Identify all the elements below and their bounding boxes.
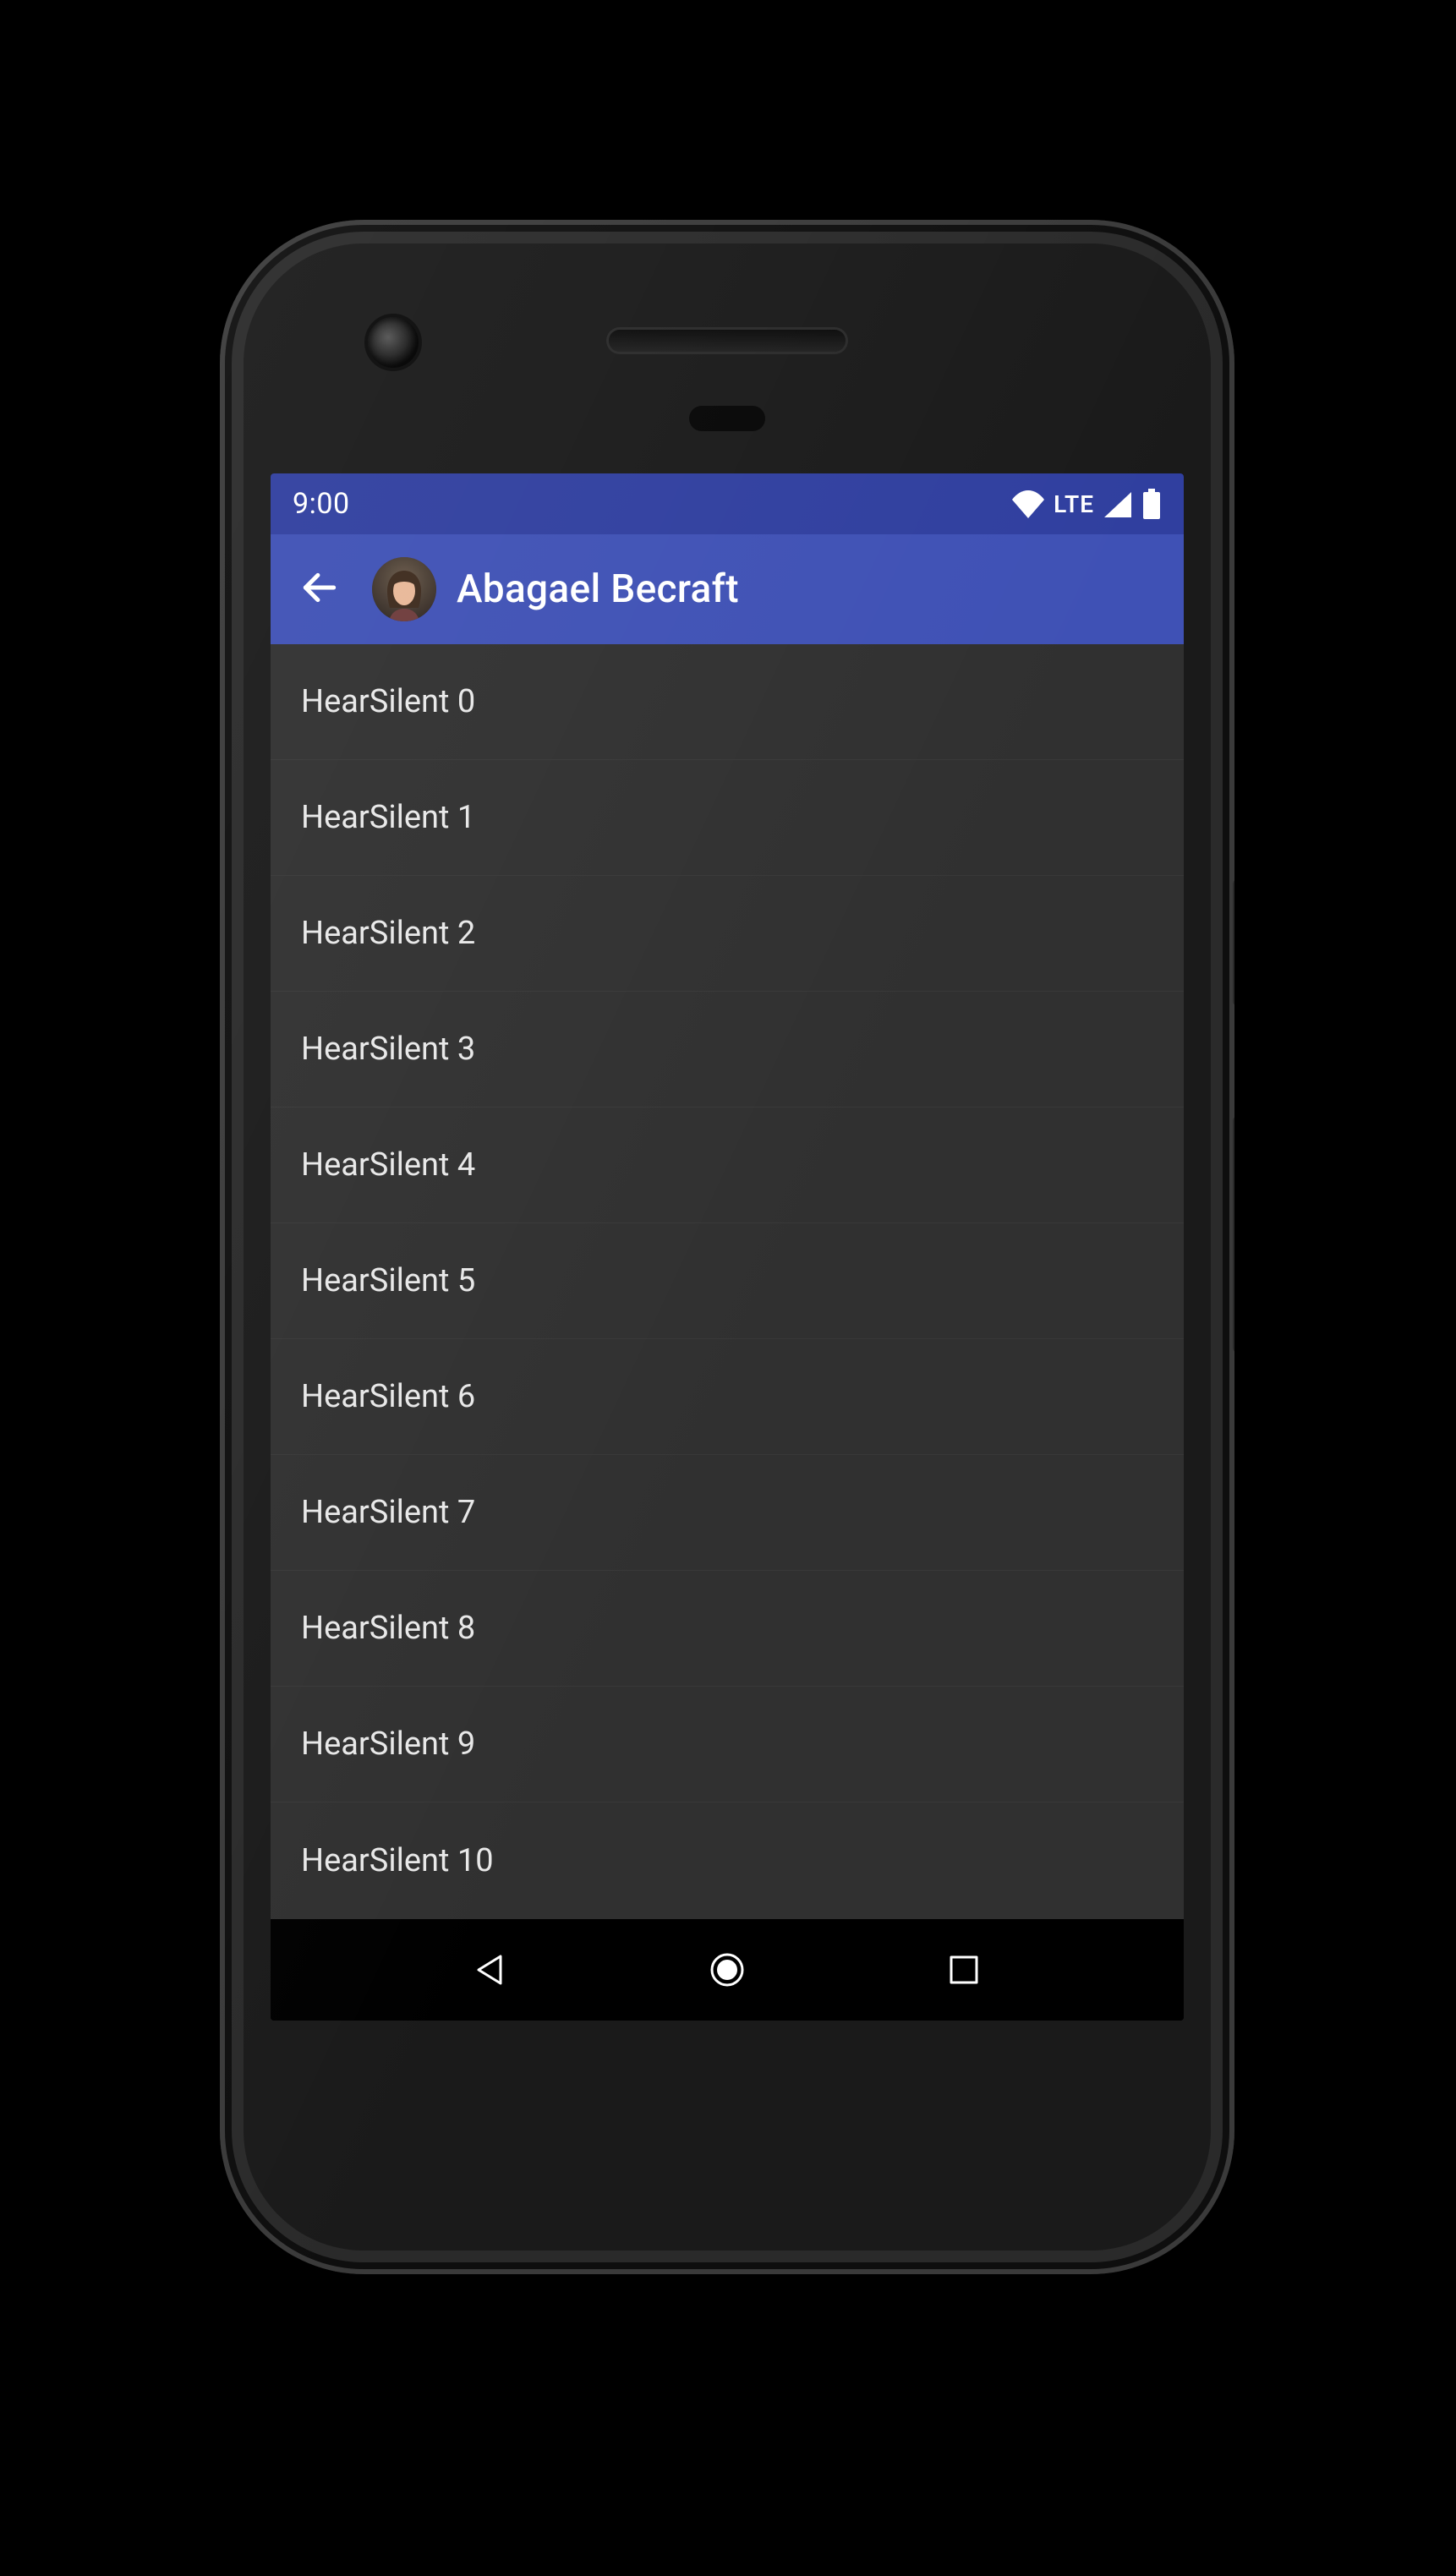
list-item[interactable]: HearSilent 3	[271, 992, 1184, 1108]
content-list[interactable]: HearSilent 0 HearSilent 1 HearSilent 2 Hear…	[271, 644, 1184, 1919]
list-item[interactable]: HearSilent 2	[271, 876, 1184, 992]
app-bar: Abagael Becraft	[271, 534, 1184, 644]
nav-home-button[interactable]	[689, 1932, 765, 2008]
app-bar-title: Abagael Becraft	[457, 566, 739, 612]
cellular-signal-icon	[1103, 490, 1133, 517]
list-item-label: HearSilent 5	[301, 1262, 475, 1299]
status-icons: LTE	[1011, 489, 1162, 519]
phone-side-button-power	[1233, 879, 1234, 1006]
list-item-label: HearSilent 7	[301, 1494, 475, 1531]
list-item-label: HearSilent 0	[301, 683, 475, 720]
phone-screen: 9:00 LTE	[271, 473, 1184, 2021]
triangle-back-icon	[472, 1951, 509, 1988]
square-recents-icon	[947, 1953, 981, 1987]
list-item[interactable]: HearSilent 8	[271, 1571, 1184, 1687]
list-item-label: HearSilent 2	[301, 915, 475, 952]
list-item[interactable]: HearSilent 9	[271, 1687, 1184, 1802]
nav-back-button[interactable]	[452, 1932, 528, 2008]
list-item[interactable]: HearSilent 7	[271, 1455, 1184, 1571]
stage: 9:00 LTE	[0, 0, 1456, 2576]
list-item[interactable]: HearSilent 1	[271, 760, 1184, 876]
nav-recents-button[interactable]	[926, 1932, 1002, 2008]
list-item[interactable]: HearSilent 4	[271, 1108, 1184, 1223]
list-item[interactable]: HearSilent 6	[271, 1339, 1184, 1455]
list-item-label: HearSilent 10	[301, 1842, 494, 1879]
status-bar: 9:00 LTE	[271, 473, 1184, 534]
list-item-label: HearSilent 6	[301, 1378, 475, 1415]
wifi-icon	[1011, 489, 1045, 518]
list-item-label: HearSilent 4	[301, 1146, 475, 1184]
battery-icon	[1141, 489, 1162, 519]
arrow-back-icon	[298, 566, 341, 612]
list-item[interactable]: HearSilent 5	[271, 1223, 1184, 1339]
status-time: 9:00	[293, 487, 350, 521]
circle-home-icon	[707, 1950, 747, 1990]
network-type-label: LTE	[1054, 490, 1094, 518]
list-item-label: HearSilent 9	[301, 1726, 475, 1763]
list-item-label: HearSilent 1	[301, 799, 475, 836]
phone-earpiece	[609, 330, 846, 352]
avatar[interactable]	[372, 557, 436, 621]
system-nav-bar	[271, 1919, 1184, 2021]
list-item-label: HearSilent 3	[301, 1031, 475, 1068]
list-item[interactable]: HearSilent 10	[271, 1802, 1184, 1918]
list-item[interactable]: HearSilent 0	[271, 644, 1184, 760]
back-button[interactable]	[282, 552, 357, 626]
phone-frame: 9:00 LTE	[220, 220, 1234, 2274]
phone-proximity-sensor	[689, 406, 765, 431]
list-item-label: HearSilent 8	[301, 1610, 475, 1647]
phone-side-button-volume	[1233, 1116, 1234, 1353]
phone-front-camera	[368, 317, 419, 368]
